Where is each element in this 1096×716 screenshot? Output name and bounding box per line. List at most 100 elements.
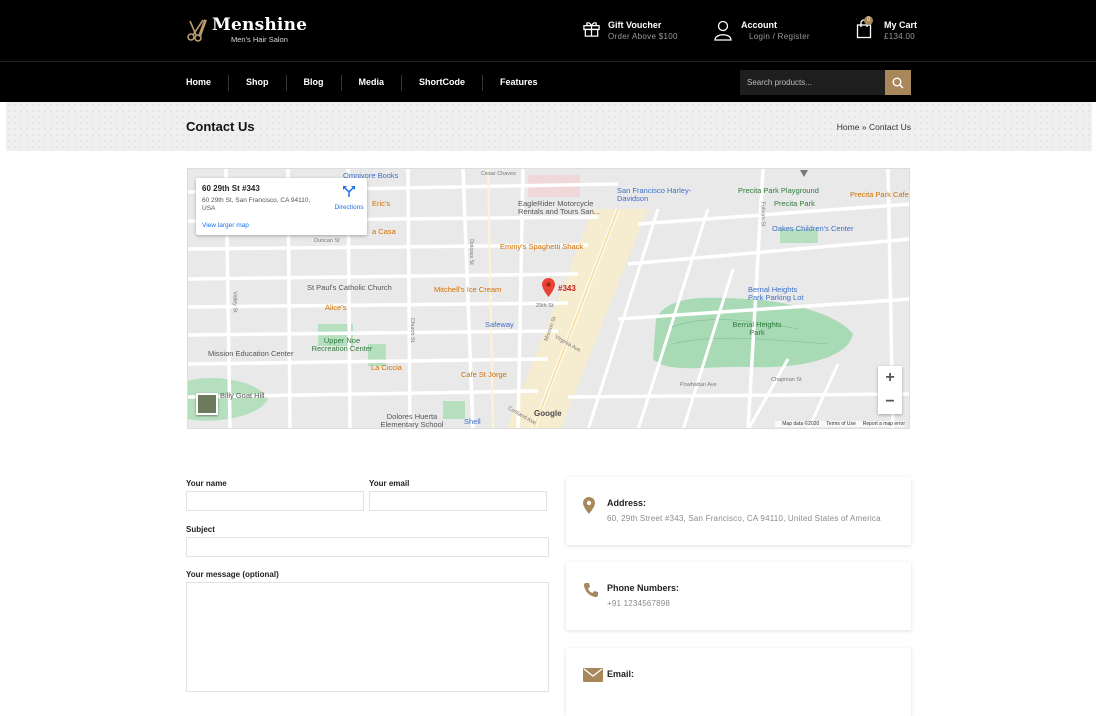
breadcrumb: Home » Contact Us — [837, 122, 911, 132]
cart-link[interactable]: 0 My Cart £134.00 — [856, 16, 918, 44]
report-error-link[interactable]: Report a map error — [863, 421, 905, 427]
gift-icon — [583, 22, 600, 37]
email-label: Your email — [369, 479, 410, 488]
phone-text: +91 1234567898 — [607, 599, 671, 608]
nav-shortcode[interactable]: ShortCode — [419, 62, 465, 103]
email-card: Email: — [566, 648, 911, 716]
brand-tagline: Men's Hair Salon — [231, 35, 288, 44]
envelope-icon — [583, 668, 603, 682]
location-map[interactable]: Omnivore Books Eric's a Casa Cesar Chave… — [187, 168, 910, 429]
map-label: Oakes Children's Center — [772, 224, 854, 233]
search-button[interactable] — [885, 70, 911, 95]
page-title-band: Contact Us Home » Contact Us — [6, 102, 1092, 151]
map-data-credit: Map data ©2020 — [782, 421, 820, 427]
name-field[interactable] — [186, 491, 364, 511]
map-label: Dolores St — [467, 239, 474, 265]
map-label: Folsom St — [759, 201, 766, 227]
gift-voucher-title: Gift Voucher — [608, 20, 662, 30]
search-icon — [892, 77, 904, 89]
map-label: Upper Noe Recreation Center — [311, 336, 373, 353]
map-label: Bernal Heights Park — [732, 320, 782, 337]
map-label: Safeway — [485, 320, 514, 329]
user-icon — [714, 20, 732, 41]
subject-label: Subject — [186, 525, 215, 534]
map-label: Precita Park Playground — [738, 186, 819, 195]
email-title: Email: — [607, 669, 635, 679]
map-footer: Map data ©2020 Terms of Use Report a map… — [775, 421, 905, 427]
address-card: Address: 60, 29th Street #343, San Franc… — [566, 477, 911, 545]
map-label: Dolores Huerta Elementary School — [380, 412, 444, 429]
nav-divider — [401, 74, 403, 91]
map-label: San Francisco Harley-Davidson — [617, 186, 692, 203]
nav-divider — [340, 74, 342, 91]
cart-count-badge: 0 — [864, 16, 873, 25]
search-input[interactable] — [740, 70, 885, 95]
phone-title: Phone Numbers: — [607, 583, 680, 593]
gift-voucher-subtitle: Order Above $100 — [608, 32, 678, 41]
brand-name: Menshine — [212, 15, 308, 35]
terms-link[interactable]: Terms of Use — [826, 421, 855, 427]
account-title: Account — [741, 20, 777, 30]
nav-shop[interactable]: Shop — [246, 62, 269, 103]
map-pin-icon — [583, 497, 595, 514]
map-label: Duncan St — [314, 238, 340, 244]
address-text: 60, 29th Street #343, San Francisco, CA … — [607, 514, 881, 523]
map-label: EagleRider Motorcycle Rentals and Tours … — [518, 199, 600, 216]
map-label: St Paul's Catholic Church — [307, 283, 392, 292]
message-textarea[interactable] — [186, 582, 549, 692]
nav-features[interactable]: Features — [500, 62, 538, 103]
main-navigation: Home Shop Blog Media ShortCode Features — [0, 61, 1096, 102]
directions-icon — [343, 186, 355, 197]
map-label: a Casa — [372, 227, 396, 236]
zoom-in-button[interactable]: + — [878, 366, 902, 390]
zoom-control: + − — [878, 366, 902, 414]
cart-total: £134.00 — [884, 32, 916, 41]
satellite-toggle[interactable] — [196, 393, 218, 415]
zoom-out-button[interactable]: − — [878, 390, 902, 414]
breadcrumb-home[interactable]: Home — [837, 122, 860, 132]
map-label: Eric's — [372, 199, 391, 208]
view-larger-map-link[interactable]: View larger map — [202, 222, 249, 229]
nav-blog[interactable]: Blog — [304, 62, 324, 103]
map-label: Chapman St — [771, 377, 802, 383]
place-title: 60 29th St #343 — [202, 184, 260, 193]
breadcrumb-separator: » — [861, 122, 867, 132]
gift-voucher[interactable]: Gift Voucher Order Above $100 — [582, 19, 678, 43]
address-title: Address: — [607, 498, 647, 508]
map-label: 29th St — [536, 303, 554, 309]
nav-divider — [285, 74, 287, 91]
map-label: Mitchell's Ice Cream — [434, 285, 502, 294]
phone-icon — [583, 583, 598, 598]
google-logo: Google — [534, 409, 562, 418]
nav-media[interactable]: Media — [359, 62, 385, 103]
map-label: La Ciccia — [371, 363, 402, 372]
location-pin-icon[interactable] — [542, 278, 555, 297]
email-field[interactable] — [369, 491, 547, 511]
map-label: Emmy's Spaghetti Shack — [500, 242, 584, 251]
phone-card: Phone Numbers: +91 1234567898 — [566, 562, 911, 630]
nav-divider — [228, 74, 230, 91]
name-label: Your name — [186, 479, 227, 488]
map-label: Shell — [464, 417, 481, 426]
message-label: Your message (optional) — [186, 570, 279, 579]
directions-button[interactable]: Directions — [332, 185, 366, 211]
nav-home[interactable]: Home — [186, 62, 211, 103]
map-label: Precita Park — [774, 199, 815, 208]
map-label: Cesar Chavez — [481, 171, 516, 177]
account-subtitle: Login / Register — [749, 32, 810, 41]
map-label: Precita Park Cafe — [850, 190, 909, 199]
map-label: Powhattan Ave — [680, 382, 717, 388]
subject-field[interactable] — [186, 537, 549, 557]
account-link[interactable]: Account Login / Register — [713, 19, 810, 43]
site-logo[interactable]: Menshine Men's Hair Salon — [186, 15, 307, 44]
map-label: Alice's — [325, 303, 347, 312]
place-address: 60 29th St, San Francisco, CA 94110, USA — [202, 197, 311, 212]
cart-title: My Cart — [884, 20, 918, 30]
scissors-comb-icon — [187, 18, 207, 42]
nav-divider — [482, 74, 484, 91]
map-label: Cafe St Jorge — [461, 370, 507, 379]
breadcrumb-current: Contact Us — [868, 122, 911, 132]
top-header: Menshine Men's Hair Salon Gift Voucher O… — [0, 0, 1096, 61]
directions-label: Directions — [334, 204, 364, 211]
map-label: Bernal Heights Park Parking Lot — [748, 285, 804, 302]
